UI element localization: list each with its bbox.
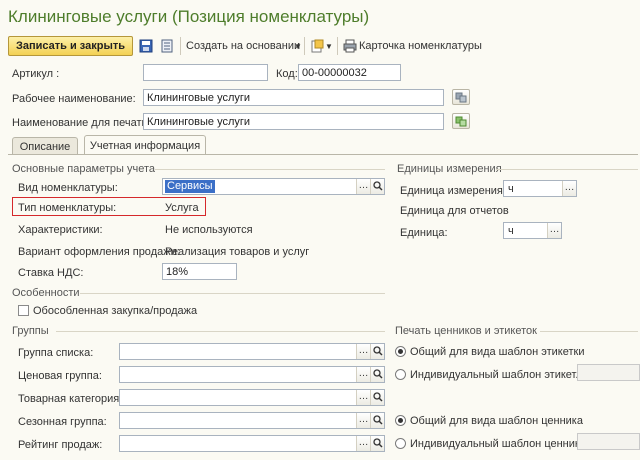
kind-value: Сервисы	[165, 180, 215, 193]
price-template-individual-radio[interactable]	[395, 438, 406, 449]
label-template-individual-radio[interactable]	[395, 369, 406, 380]
create-doc-dropdown-icon[interactable]: ▼	[325, 42, 333, 51]
separate-purchase-label: Обособленная закупка/продажа	[33, 305, 198, 317]
unit-field[interactable]: ч …	[503, 180, 577, 197]
dots-icon[interactable]: …	[547, 223, 561, 238]
reports-unit-label: Единица:	[400, 227, 448, 239]
characteristics-label: Характеристики:	[18, 224, 103, 236]
sale-variant-label: Вариант оформления продажи:	[18, 246, 180, 258]
kind-label: Вид номенклатуры:	[18, 182, 118, 194]
price-template-field[interactable]	[577, 433, 640, 450]
tab-accounting-info[interactable]: Учетная информация	[84, 135, 206, 155]
features-section-title: Особенности	[12, 287, 80, 299]
dots-icon[interactable]: …	[356, 413, 370, 428]
section-line	[540, 331, 638, 332]
kind-field[interactable]: Сервисы …	[162, 178, 385, 195]
create-doc-icon[interactable]	[310, 39, 324, 53]
tab-divider	[8, 154, 638, 155]
post-icon[interactable]	[160, 39, 174, 53]
dots-icon[interactable]: …	[356, 390, 370, 405]
vat-label: Ставка НДС:	[18, 267, 84, 279]
dots-icon[interactable]: …	[356, 436, 370, 451]
price-template-common-radio[interactable]	[395, 415, 406, 426]
work-name-input[interactable]: Клининговые услуги	[143, 89, 444, 106]
printer-icon[interactable]	[343, 39, 357, 53]
dots-icon[interactable]: …	[356, 344, 370, 359]
price-group-label: Ценовая группа:	[18, 370, 102, 382]
section-line	[56, 331, 385, 332]
printing-section-title: Печать ценников и этикеток	[395, 325, 537, 337]
price-template-common-label: Общий для вида шаблон ценника	[410, 415, 583, 427]
print-name-label: Наименование для печати:	[12, 117, 151, 129]
dots-icon[interactable]: …	[356, 367, 370, 382]
list-group-field[interactable]: …	[119, 343, 385, 360]
fill-print-name-button[interactable]	[452, 113, 470, 129]
basic-params-section-title: Основные параметры учета	[12, 163, 156, 175]
vat-field[interactable]: 18%	[162, 263, 237, 280]
toolbar-separator	[180, 37, 181, 55]
copy-green-icon	[455, 116, 467, 127]
characteristics-value: Не используются	[165, 224, 253, 236]
copy-icon	[455, 92, 467, 103]
label-template-field[interactable]	[577, 364, 640, 381]
create-based-button[interactable]: Создать на основании	[186, 40, 300, 52]
type-value: Услуга	[165, 202, 199, 214]
print-name-input[interactable]: Клининговые услуги	[143, 113, 444, 130]
season-group-label: Сезонная группа:	[18, 416, 107, 428]
toolbar-separator	[337, 37, 338, 55]
section-line	[155, 169, 385, 170]
work-name-label: Рабочее наименование:	[12, 93, 136, 105]
label-template-common-label: Общий для вида шаблон этикетки	[410, 346, 585, 358]
groups-section-title: Группы	[12, 325, 49, 337]
save-icon[interactable]	[139, 39, 153, 53]
reports-unit-value: ч	[508, 225, 514, 237]
sales-rating-label: Рейтинг продаж:	[18, 439, 103, 451]
separate-purchase-checkbox[interactable]	[18, 305, 29, 316]
sales-rating-field[interactable]: …	[119, 435, 385, 452]
copy-name-button[interactable]	[452, 89, 470, 105]
section-line	[80, 293, 385, 294]
code-label: Код:	[276, 68, 298, 80]
magnifier-icon[interactable]	[370, 413, 384, 428]
sale-variant-value: Реализация товаров и услуг	[165, 246, 310, 258]
magnifier-icon[interactable]	[370, 367, 384, 382]
unit-value: ч	[508, 183, 514, 195]
units-section-title: Единицы измерения	[397, 163, 502, 175]
list-group-label: Группа списка:	[18, 347, 94, 359]
magnifier-icon[interactable]	[370, 390, 384, 405]
reports-unit-field[interactable]: ч …	[503, 222, 562, 239]
product-category-field[interactable]: …	[119, 389, 385, 406]
article-input[interactable]	[143, 64, 268, 81]
toolbar-separator	[304, 37, 305, 55]
item-card-print-button[interactable]: Карточка номенклатуры	[359, 40, 482, 52]
magnifier-icon[interactable]	[370, 179, 384, 194]
window-title: Клининговые услуги (Позиция номенклатуры…	[8, 7, 370, 26]
code-input[interactable]: 00-00000032	[298, 64, 401, 81]
save-and-close-button[interactable]: Записать и закрыть	[8, 36, 133, 56]
tab-description[interactable]: Описание	[12, 137, 78, 155]
product-category-label: Товарная категория:	[18, 393, 123, 405]
create-based-dropdown-icon[interactable]: ▼	[294, 42, 302, 51]
reports-unit-heading: Единица для отчетов	[400, 205, 509, 217]
season-group-field[interactable]: …	[119, 412, 385, 429]
label-template-individual-label: Индивидуальный шаблон этикет...	[410, 369, 585, 381]
article-label: Артикул :	[12, 68, 60, 80]
label-template-common-radio[interactable]	[395, 346, 406, 357]
section-line	[496, 169, 638, 170]
magnifier-icon[interactable]	[370, 344, 384, 359]
unit-label: Единица измерения:	[400, 185, 506, 197]
dots-icon[interactable]: …	[356, 179, 370, 194]
type-label: Тип номенклатуры:	[18, 202, 117, 214]
dots-icon[interactable]: …	[562, 181, 576, 196]
magnifier-icon[interactable]	[370, 436, 384, 451]
price-template-individual-label: Индивидуальный шаблон ценника	[410, 438, 587, 450]
price-group-field[interactable]: …	[119, 366, 385, 383]
